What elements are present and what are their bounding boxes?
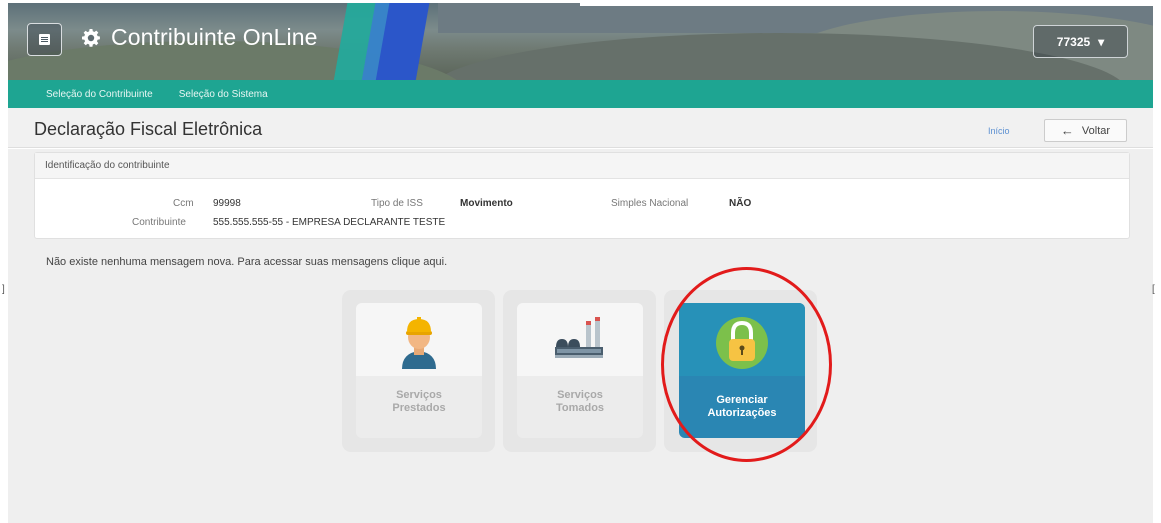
contribuinte-label: Contribuinte bbox=[132, 217, 186, 228]
breadcrumb-inicio-link[interactable]: Início bbox=[988, 126, 1010, 136]
contribuinte-value: 555.555.555-55 - EMPRESA DECLARANTE TEST… bbox=[213, 217, 446, 228]
panel-heading: Identificação do contribuinte bbox=[35, 153, 1129, 179]
tile-label-line1: Serviços bbox=[396, 389, 442, 401]
highlight-circle-annotation bbox=[661, 267, 832, 462]
tile-label-line1: Serviços bbox=[557, 389, 603, 401]
servicos-tomados-tile[interactable]: Serviços Tomados bbox=[517, 303, 643, 438]
simples-label: Simples Nacional bbox=[611, 198, 689, 209]
page-title: Declaração Fiscal Eletrônica bbox=[34, 119, 263, 139]
hamburger-menu-icon bbox=[39, 34, 50, 45]
nav-item-selecao-sistema[interactable]: Seleção do Sistema bbox=[179, 89, 268, 100]
iss-label: Tipo de ISS bbox=[371, 198, 423, 209]
back-button-label: Voltar bbox=[1081, 124, 1111, 137]
caret-down-icon: ▾ bbox=[1098, 34, 1105, 49]
iss-value: Movimento bbox=[460, 198, 513, 209]
taxpayer-panel: Identificação do contribuinte Ccm 99998 … bbox=[34, 152, 1130, 239]
back-button[interactable]: ← Voltar bbox=[1044, 119, 1127, 142]
tile-label-line2: Prestados bbox=[392, 402, 446, 414]
worker-icon bbox=[402, 317, 436, 369]
arrow-left-icon: ← bbox=[1060, 123, 1074, 138]
messages-notice[interactable]: Não existe nenhuma mensagem nova. Para a… bbox=[46, 256, 447, 268]
menu-button[interactable] bbox=[27, 23, 62, 56]
top-nav: Seleção do Contribuinte Seleção do Siste… bbox=[8, 80, 1153, 108]
left-edge-bracket: ] bbox=[2, 284, 5, 295]
user-dropdown-button[interactable]: 77325 ▾ bbox=[1033, 25, 1128, 58]
page-root: Contribuinte OnLine 77325 ▾ Seleção do C… bbox=[0, 0, 1161, 523]
tile-label-line2: Tomados bbox=[555, 402, 605, 414]
right-edge-bracket: [ bbox=[1152, 284, 1155, 295]
ccm-label: Ccm bbox=[173, 198, 194, 209]
app-title: Contribuinte OnLine bbox=[111, 24, 318, 50]
simples-value: NÃO bbox=[729, 198, 752, 209]
ccm-value: 99998 bbox=[213, 198, 241, 209]
gear-icon bbox=[82, 28, 100, 47]
factory-icon bbox=[555, 317, 603, 358]
user-code: 77325 bbox=[1056, 34, 1091, 49]
page-title-bar: Declaração Fiscal Eletrônica Início ← Vo… bbox=[8, 108, 1153, 148]
servicos-prestados-tile[interactable]: Serviços Prestados bbox=[356, 303, 482, 438]
nav-item-selecao-contribuinte[interactable]: Seleção do Contribuinte bbox=[46, 89, 153, 100]
brand: Contribuinte OnLine bbox=[81, 24, 317, 51]
